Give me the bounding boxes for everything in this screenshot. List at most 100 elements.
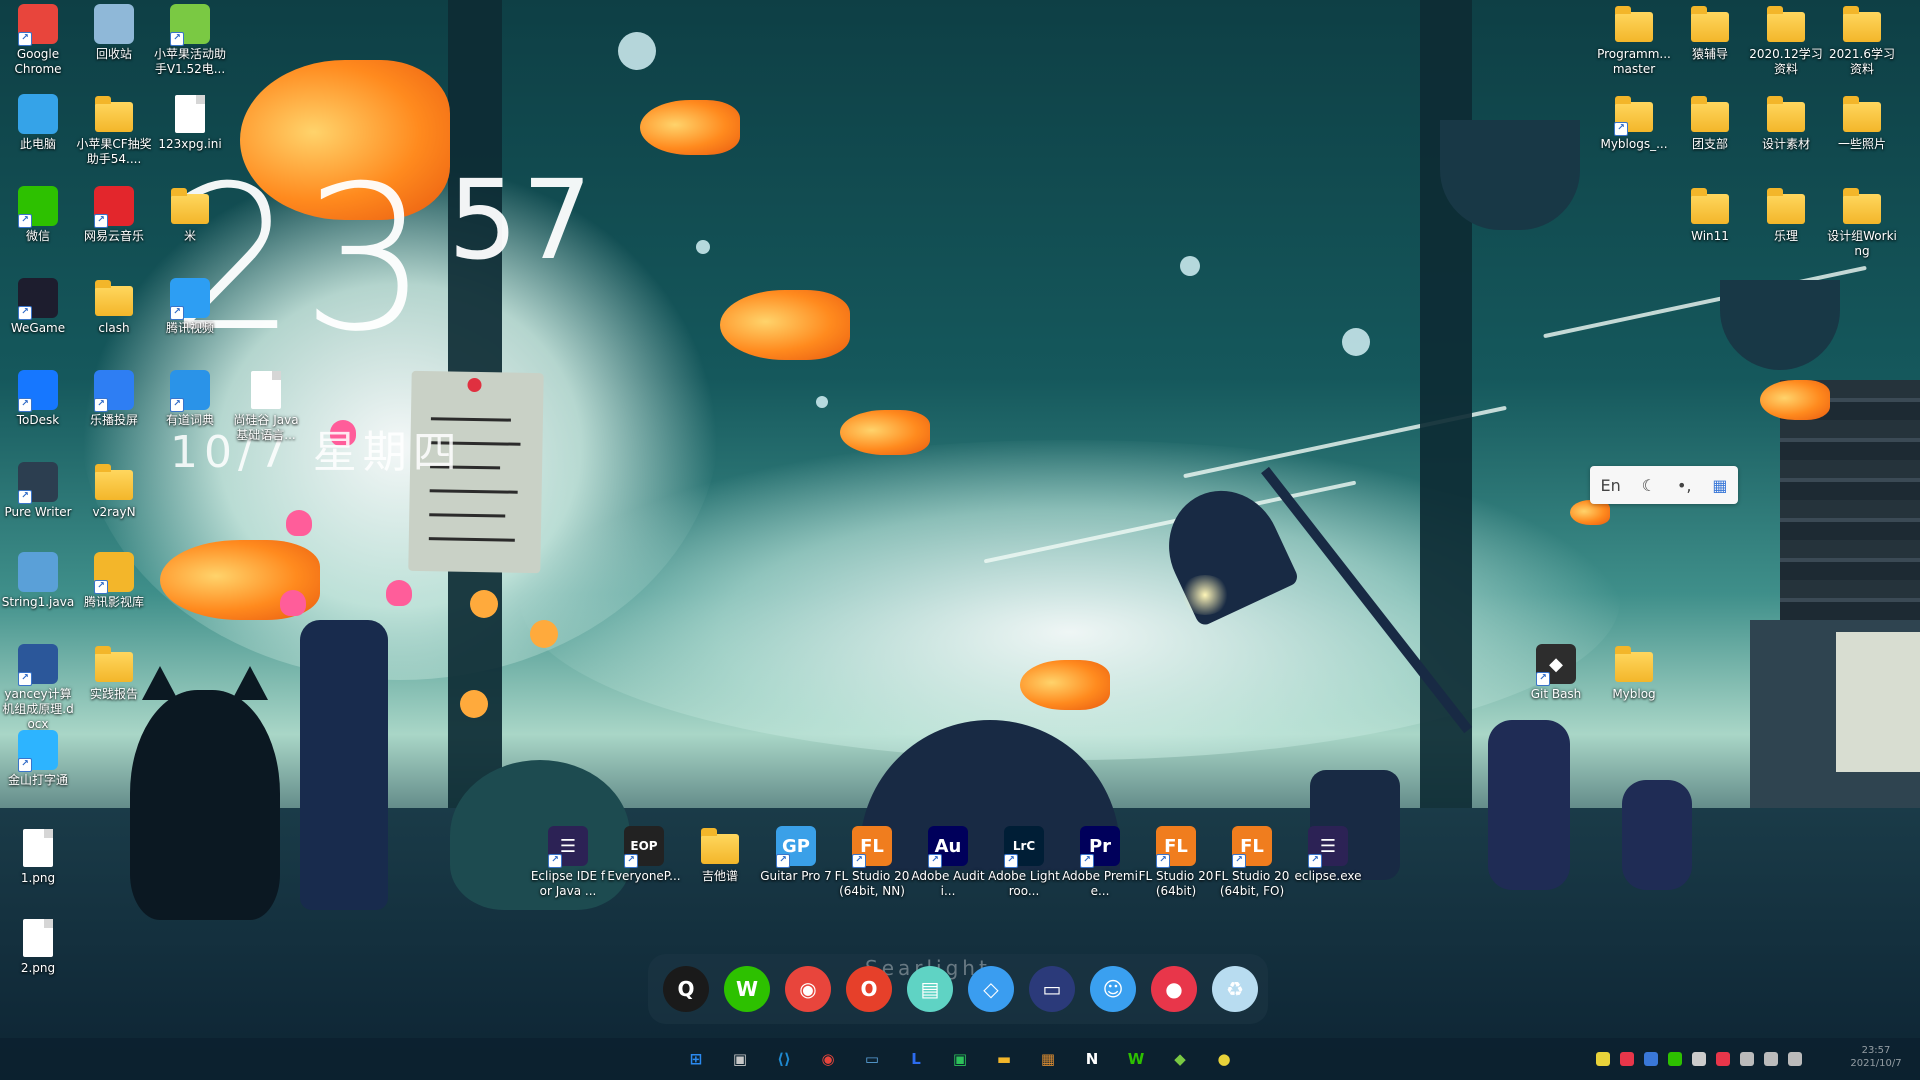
desktop-icon[interactable]: 2020.12学习资料 (1748, 4, 1824, 77)
tray-app-icon[interactable] (1644, 1052, 1658, 1066)
desktop-icon[interactable]: String1.java (0, 552, 76, 610)
taskbar-file-explorer-icon[interactable]: ▬ (990, 1045, 1018, 1073)
tray-app-icon[interactable] (1788, 1052, 1802, 1066)
taskbar-l-app-icon[interactable]: L (902, 1045, 930, 1073)
tray-app-icon[interactable] (1668, 1052, 1682, 1066)
taskbar-wechat-icon[interactable]: W (1122, 1045, 1150, 1073)
desktop-icon[interactable]: ☰ ↗ Eclipse IDE for Java ... (530, 826, 606, 899)
desktop-icon[interactable]: 回收站 (76, 4, 152, 62)
desktop-icon[interactable]: 设计组Working (1824, 186, 1900, 259)
desktop-icon[interactable]: 团支部 (1672, 94, 1748, 152)
shortcut-arrow-icon: ↗ (170, 306, 184, 320)
taskbar-vscode-icon[interactable]: ⟨⟩ (770, 1045, 798, 1073)
desktop-icon[interactable]: ↗ Myblogs_... (1596, 94, 1672, 152)
desktop-icon[interactable]: ↗ WeGame (0, 278, 76, 336)
desktop-icon[interactable]: 1.png (0, 828, 76, 886)
desktop-icon[interactable]: 一些照片 (1824, 94, 1900, 152)
tray-app-icon[interactable] (1764, 1052, 1778, 1066)
tray-app-icon[interactable] (1596, 1052, 1610, 1066)
dock-store-icon[interactable]: ◇ (968, 966, 1014, 1012)
dock-recycle-bin-icon[interactable]: ♻ (1212, 966, 1258, 1012)
desktop-icon[interactable]: 小苹果CF抽奖助手54.... (76, 94, 152, 167)
desktop-icon[interactable]: EOP ↗ EveryoneP... (606, 826, 682, 884)
desktop-icon[interactable]: ↗ Google Chrome (0, 4, 76, 77)
tray-clock[interactable]: 23:57 2021/10/7 (1846, 1044, 1906, 1070)
desktop-icon[interactable]: 乐理 (1748, 186, 1824, 244)
desktop-icon[interactable]: 尚硅谷 Java 基础语言... (228, 370, 304, 443)
clock-minute: 57 (448, 156, 596, 284)
taskbar-task-view-icon[interactable]: ▣ (726, 1045, 754, 1073)
desktop-icon[interactable]: 实践报告 (76, 644, 152, 702)
shortcut-arrow-icon: ↗ (548, 854, 562, 868)
dock-chrome-icon[interactable]: ◉ (785, 966, 831, 1012)
folder-icon: ↗ (1614, 94, 1654, 136)
moon-icon[interactable]: ☾ (1642, 476, 1656, 495)
punctuation-icon[interactable]: •, (1677, 476, 1692, 495)
desktop-icon[interactable]: ↗ 腾讯视频 (152, 278, 228, 336)
desktop-icon[interactable]: 猿辅导 (1672, 4, 1748, 62)
tray-app-icon[interactable] (1740, 1052, 1754, 1066)
dock-files-icon[interactable]: ▭ (1029, 966, 1075, 1012)
flower (280, 590, 306, 616)
desktop-icon[interactable]: ↗ 微信 (0, 186, 76, 244)
desktop-icon[interactable]: ↗ 金山打字通 (0, 730, 76, 788)
desktop-icon[interactable]: FL ↗ FL Studio 20 (64bit, FO) (1214, 826, 1290, 899)
desktop-icon[interactable]: Programm... master (1596, 4, 1672, 77)
tray-app-icon[interactable] (1620, 1052, 1634, 1066)
tray-app-icon[interactable] (1692, 1052, 1706, 1066)
desktop-icon[interactable]: 吉他谱 (682, 826, 758, 884)
taskbar-notion-icon[interactable]: N (1078, 1045, 1106, 1073)
desktop-icon[interactable]: clash (76, 278, 152, 336)
folder-shape (171, 188, 209, 224)
taskbar-green-app-icon[interactable]: ▣ (946, 1045, 974, 1073)
grid-icon[interactable]: ▦ (1712, 476, 1727, 495)
taskbar-tiger-app-icon[interactable]: ▦ (1034, 1045, 1062, 1073)
language-bar[interactable]: En ☾ •, ▦ (1590, 466, 1738, 504)
desktop-icon[interactable]: GP ↗ Guitar Pro 7 (758, 826, 834, 884)
desktop-icon[interactable]: 2.png (0, 918, 76, 976)
desktop-icon[interactable]: ↗ 网易云音乐 (76, 186, 152, 244)
dock-screenshot-icon[interactable]: ● (1151, 966, 1197, 1012)
desktop-icon[interactable]: 123xpg.ini (152, 94, 228, 152)
desktop-icon[interactable]: ↗ yancey计算机组成原理.docx (0, 644, 76, 732)
desktop-icon[interactable]: ↗ 小苹果活动助手V1.52电... (152, 4, 228, 77)
taskbar-yellow-app-icon[interactable]: ● (1210, 1045, 1238, 1073)
desktop-icon-label: 123xpg.ini (158, 137, 222, 151)
todesk-icon: ↗ (18, 370, 58, 412)
desktop-icon[interactable]: ↗ 腾讯影视库 (76, 552, 152, 610)
desktop-icon[interactable]: ↗ Pure Writer (0, 462, 76, 520)
taskbar-start-icon[interactable]: ⊞ (682, 1045, 710, 1073)
desktop-icon[interactable]: Pr ↗ Adobe Premie... (1062, 826, 1138, 899)
taskbar-remote-desktop-icon[interactable]: ▭ (858, 1045, 886, 1073)
desktop-icon[interactable]: v2rayN (76, 462, 152, 520)
desktop-icon[interactable]: LrC ↗ Adobe Lightroo... (986, 826, 1062, 899)
desktop-icon-label: 猿辅导 (1691, 47, 1728, 61)
desktop-icon[interactable]: 2021.6学习资料 (1824, 4, 1900, 77)
desktop-icon[interactable]: Win11 (1672, 186, 1748, 244)
desktop-icon[interactable]: Au ↗ Adobe Auditi... (910, 826, 986, 899)
desktop-icon[interactable]: FL ↗ FL Studio 20 (64bit) (1138, 826, 1214, 899)
desktop-icon[interactable]: 设计素材 (1748, 94, 1824, 152)
desktop-icon[interactable]: FL ↗ FL Studio 20 (64bit, NN) (834, 826, 910, 899)
dock-qq-icon[interactable]: Q (663, 966, 709, 1012)
dock-notes-icon[interactable]: ▤ (907, 966, 953, 1012)
dock-office-icon[interactable]: O (846, 966, 892, 1012)
desktop-icon[interactable]: 米 (152, 186, 228, 244)
flower (530, 620, 558, 648)
desktop-icon-label: 乐播投屏 (89, 413, 138, 427)
shortcut-arrow-icon: ↗ (170, 398, 184, 412)
desktop-icon[interactable]: Myblog (1596, 644, 1672, 702)
desktop-icon[interactable]: 此电脑 (0, 94, 76, 152)
tray-app-icon[interactable] (1716, 1052, 1730, 1066)
desktop-icon[interactable]: ◆ ↗ Git Bash (1518, 644, 1594, 702)
taskbar-git-app-icon[interactable]: ◆ (1166, 1045, 1194, 1073)
folder-icon (700, 826, 740, 866)
dock-wechat-icon[interactable]: W (724, 966, 770, 1012)
desktop-icon[interactable]: ↗ 有道词典 (152, 370, 228, 428)
language-toggle[interactable]: En (1600, 476, 1620, 495)
desktop-icon[interactable]: ↗ ToDesk (0, 370, 76, 428)
desktop-icon[interactable]: ☰ ↗ eclipse.exe (1290, 826, 1366, 884)
taskbar-chrome-icon[interactable]: ◉ (814, 1045, 842, 1073)
desktop-icon[interactable]: ↗ 乐播投屏 (76, 370, 152, 428)
dock-finder-icon[interactable]: ☺ (1090, 966, 1136, 1012)
